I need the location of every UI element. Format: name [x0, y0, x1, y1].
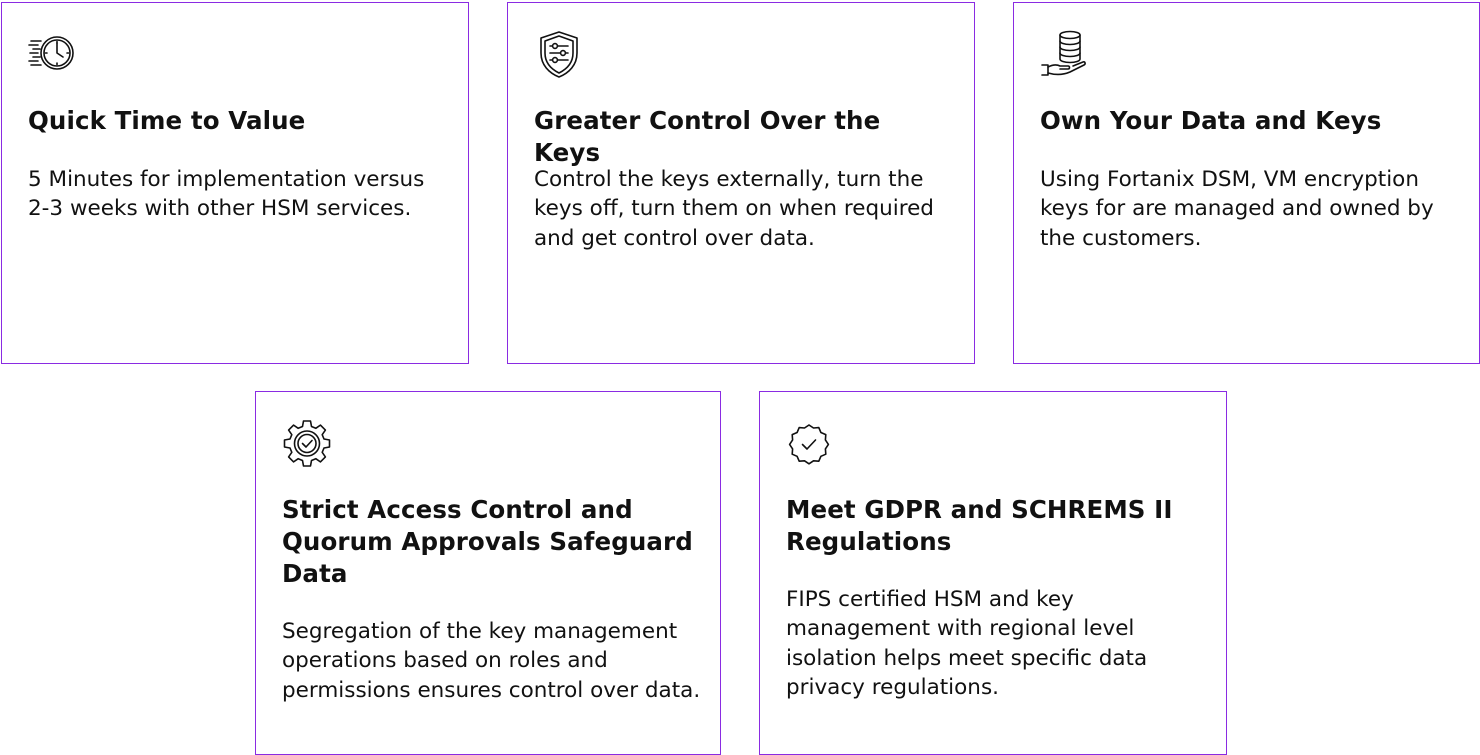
- verified-badge-icon: [785, 418, 837, 470]
- gear-check-icon: [281, 418, 333, 470]
- card-title: Meet GDPR and SCHREMS II Regulations: [786, 495, 1173, 556]
- shield-settings-icon: [533, 29, 585, 81]
- fast-clock-icon: [27, 29, 79, 81]
- feature-card-greater-control: Greater Control Over the Keys Control th…: [507, 2, 975, 364]
- card-title: Greater Control Over the Keys: [534, 106, 881, 167]
- hand-database-icon: [1039, 29, 1091, 81]
- card-title: Quick Time to Value: [28, 106, 306, 135]
- feature-card-own-data: Own Your Data and Keys Using Fortanix DS…: [1013, 2, 1480, 364]
- card-title: Own Your Data and Keys: [1040, 106, 1382, 135]
- card-title: Strict Access Control and Quorum Approva…: [282, 495, 693, 588]
- card-description: Control the keys externally, turn the ke…: [534, 167, 934, 251]
- card-description: FIPS certified HSM and key management wi…: [786, 587, 1148, 700]
- card-description: Segregation of the key man­agement opera…: [282, 619, 701, 703]
- feature-card-gdpr: Meet GDPR and SCHREMS II Regulations FIP…: [759, 391, 1227, 755]
- feature-card-quick-time: Quick Time to Value 5 Minutes for implem…: [1, 2, 469, 364]
- card-description: 5 Minutes for implementation versus 2-3 …: [28, 167, 425, 222]
- feature-card-strict-access: Strict Access Control and Quorum Approva…: [255, 391, 721, 755]
- card-description: Using Fortanix DSM, VM encryption keys f…: [1040, 167, 1434, 251]
